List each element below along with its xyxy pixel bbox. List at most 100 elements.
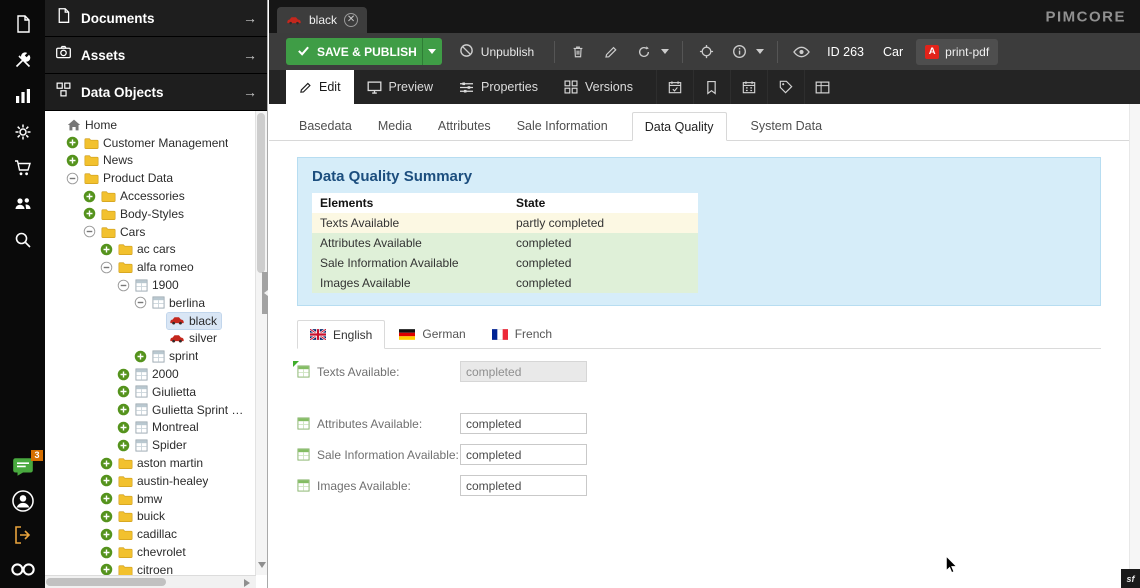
calendar-icon[interactable] — [730, 70, 767, 104]
expand-icon[interactable] — [83, 207, 96, 220]
panel-collapse-handle[interactable] — [262, 272, 268, 314]
vertical-scroll-thumb[interactable] — [257, 113, 265, 273]
collapse-icon[interactable] — [83, 225, 96, 238]
expand-icon[interactable] — [100, 510, 113, 523]
expand-icon[interactable] — [100, 457, 113, 470]
unpublish-button[interactable]: Unpublish — [449, 38, 544, 65]
delete-button[interactable] — [565, 39, 591, 65]
settings-icon[interactable] — [10, 119, 36, 145]
tree-item[interactable]: Cars — [45, 223, 255, 241]
schedule-icon[interactable] — [656, 70, 693, 104]
collapse-icon[interactable] — [117, 279, 130, 292]
tab-system-data[interactable]: System Data — [749, 112, 825, 140]
search-icon[interactable] — [10, 227, 36, 253]
expand-icon[interactable] — [100, 528, 113, 541]
accordion-assets[interactable]: Assets → — [45, 37, 267, 74]
rename-button[interactable] — [598, 39, 624, 65]
tab-attributes[interactable]: Attributes — [436, 112, 493, 140]
info-options-button[interactable] — [753, 39, 767, 65]
tree-vertical-scrollbar[interactable] — [255, 111, 267, 575]
tree-item[interactable]: buick — [45, 508, 255, 526]
tree-item[interactable]: Montreal — [45, 419, 255, 437]
reports-icon[interactable] — [10, 83, 36, 109]
documents-icon[interactable] — [10, 11, 36, 37]
tree-item[interactable]: black — [45, 312, 255, 330]
save-publish-button[interactable]: SAVE & PUBLISH — [286, 38, 428, 65]
customers-icon[interactable] — [10, 191, 36, 217]
debug-toolbar-badge[interactable]: sf — [1121, 569, 1140, 588]
lang-tab-german[interactable]: German — [387, 320, 477, 348]
layout-icon[interactable] — [804, 70, 841, 104]
tree-item[interactable]: Gulietta Sprint Specia — [45, 401, 255, 419]
accordion-data-objects[interactable]: Data Objects → — [45, 74, 267, 111]
images-available-input[interactable] — [460, 475, 587, 496]
lang-tab-english[interactable]: English — [297, 320, 385, 349]
locate-in-tree-button[interactable] — [693, 39, 719, 65]
logout-icon[interactable] — [10, 522, 36, 548]
tab-data-quality[interactable]: Data Quality — [632, 112, 727, 141]
tree-item[interactable]: Home — [45, 116, 255, 134]
subtab-edit[interactable]: Edit — [286, 70, 354, 104]
scroll-down-arrow-icon[interactable] — [258, 562, 266, 572]
expand-icon[interactable] — [117, 403, 130, 416]
tree-item[interactable]: cadillac — [45, 525, 255, 543]
tree-item[interactable]: Product Data — [45, 169, 255, 187]
expand-icon[interactable] — [66, 154, 79, 167]
expand-icon[interactable] — [100, 243, 113, 256]
save-options-button[interactable] — [422, 38, 442, 65]
lang-tab-french[interactable]: French — [480, 320, 564, 348]
attributes-available-input[interactable] — [460, 413, 587, 434]
expand-icon[interactable] — [117, 421, 130, 434]
expand-icon[interactable] — [117, 368, 130, 381]
tree-horizontal-scrollbar[interactable] — [45, 575, 256, 588]
horizontal-scroll-thumb[interactable] — [46, 578, 166, 586]
tree-item[interactable]: bmw — [45, 490, 255, 508]
tree-item[interactable]: alfa romeo — [45, 258, 255, 276]
tag-icon[interactable] — [767, 70, 804, 104]
bookmark-icon[interactable] — [693, 70, 730, 104]
expand-icon[interactable] — [100, 474, 113, 487]
collapse-icon[interactable] — [134, 296, 147, 309]
sale-information-available-input[interactable] — [460, 444, 587, 465]
tab-sale-information[interactable]: Sale Information — [515, 112, 610, 140]
collapse-icon[interactable] — [66, 172, 79, 185]
info-button[interactable] — [726, 39, 752, 65]
tree-item[interactable]: citroen — [45, 561, 255, 575]
texts-available-input[interactable] — [460, 361, 587, 382]
tab-black[interactable]: black ✕ — [277, 7, 367, 33]
tools-icon[interactable] — [10, 47, 36, 73]
expand-icon[interactable] — [66, 136, 79, 149]
reload-button[interactable] — [631, 39, 657, 65]
tree-item[interactable]: chevrolet — [45, 543, 255, 561]
tree-item[interactable]: Body-Styles — [45, 205, 255, 223]
tree-item[interactable]: 1900 — [45, 276, 255, 294]
print-pdf-button[interactable]: A print-pdf — [916, 39, 998, 65]
tree-item[interactable]: Accessories — [45, 187, 255, 205]
expand-icon[interactable] — [117, 439, 130, 452]
tree-item[interactable]: Spider — [45, 436, 255, 454]
notifications-icon[interactable]: 3 — [10, 454, 36, 480]
tree-item[interactable]: silver — [45, 330, 255, 348]
expand-icon[interactable] — [100, 546, 113, 559]
subtab-versions[interactable]: Versions — [551, 70, 646, 104]
tab-media[interactable]: Media — [376, 112, 414, 140]
expand-icon[interactable] — [134, 350, 147, 363]
close-icon[interactable]: ✕ — [344, 13, 358, 27]
scroll-right-arrow-icon[interactable] — [244, 579, 254, 587]
content-scrollbar[interactable] — [1129, 104, 1140, 588]
expand-icon[interactable] — [100, 492, 113, 505]
tree-item[interactable]: austin-healey — [45, 472, 255, 490]
user-icon[interactable] — [10, 488, 36, 514]
tree-item[interactable]: berlina — [45, 294, 255, 312]
tree-item[interactable]: 2000 — [45, 365, 255, 383]
accordion-documents[interactable]: Documents → — [45, 0, 267, 37]
subtab-properties[interactable]: Properties — [446, 70, 551, 104]
pimcore-logo-icon[interactable] — [10, 556, 36, 582]
tree-item[interactable]: ac cars — [45, 241, 255, 259]
reload-options-button[interactable] — [658, 39, 672, 65]
collapse-icon[interactable] — [100, 261, 113, 274]
ecommerce-icon[interactable] — [10, 155, 36, 181]
tab-basedata[interactable]: Basedata — [297, 112, 354, 140]
tree-item[interactable]: Customer Management — [45, 134, 255, 152]
expand-icon[interactable] — [117, 385, 130, 398]
